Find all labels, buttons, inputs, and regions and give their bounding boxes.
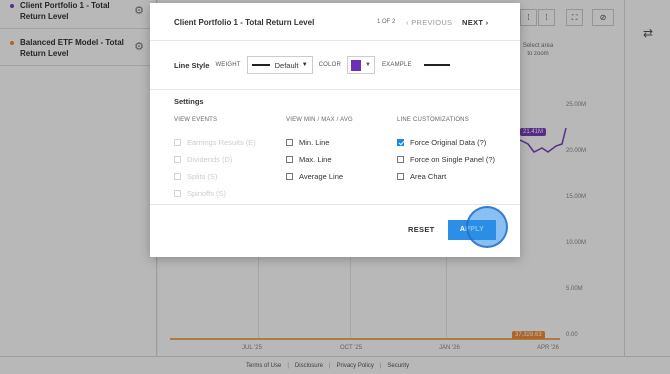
checkbox-label: Spinoffs (S) <box>187 189 227 198</box>
color-caption: COLOR <box>318 62 341 68</box>
checkbox-label: Max. Line <box>299 155 332 164</box>
chevron-down-icon: ▼ <box>365 62 371 68</box>
reset-button[interactable]: RESET <box>408 225 435 234</box>
settings-title: Settings <box>174 97 204 106</box>
checkbox-box <box>397 139 404 146</box>
checkbox-box <box>286 156 293 163</box>
checkbox-box <box>174 139 181 146</box>
checkbox-box <box>397 156 404 163</box>
checkbox-dividends[interactable]: Dividends (D) <box>174 155 232 164</box>
checkbox-label: Average Line <box>299 172 344 181</box>
line-weight-preview <box>251 64 270 66</box>
checkbox-min-line[interactable]: Min. Line <box>286 138 329 147</box>
divider <box>150 204 520 205</box>
next-label: NEXT <box>462 18 484 27</box>
checkbox-box <box>286 139 293 146</box>
chevron-down-icon: ▼ <box>301 62 308 68</box>
view-events-header: VIEW EVENTS <box>174 117 218 123</box>
checkbox-label: Earnings Results (E) <box>187 138 256 147</box>
checkbox-force-single-panel[interactable]: Force on Single Panel (?) <box>397 155 495 164</box>
checkbox-label: Force on Single Panel (?) <box>410 155 496 164</box>
checkbox-max-line[interactable]: Max. Line <box>286 155 332 164</box>
previous-label: PREVIOUS <box>411 18 453 27</box>
page-indicator: 1 OF 2 <box>377 19 396 25</box>
modal-title: Client Portfolio 1 - Total Return Level <box>174 18 315 27</box>
checkbox-box <box>174 190 181 197</box>
color-picker[interactable]: ▼ <box>346 56 375 74</box>
checkbox-label: Splits (S) <box>187 172 218 181</box>
checkbox-box <box>174 156 181 163</box>
checkbox-label: Min. Line <box>299 138 330 147</box>
view-minmax-header: VIEW MIN / MAX / AVG <box>286 117 353 123</box>
line-style-row: Line Style WEIGHT Default ▼ COLOR ▼ EXAM… <box>174 55 450 75</box>
line-style-title: Line Style <box>174 60 210 70</box>
modal-header: Client Portfolio 1 - Total Return Level … <box>150 3 520 41</box>
checkbox-average-line[interactable]: Average Line <box>286 172 343 181</box>
line-customizations-header: LINE CUSTOMIZATIONS <box>397 117 469 123</box>
checkbox-label: Area Chart <box>410 172 447 181</box>
color-swatch <box>350 59 362 71</box>
checkbox-area-chart[interactable]: Area Chart <box>397 172 446 181</box>
divider <box>150 89 520 90</box>
click-indicator <box>466 206 508 248</box>
checkbox-label: Force Original Data (?) <box>410 138 487 147</box>
checkbox-box <box>397 173 404 180</box>
checkbox-earnings[interactable]: Earnings Results (E) <box>174 138 256 147</box>
checkbox-force-original-data[interactable]: Force Original Data (?) <box>397 138 486 147</box>
weight-value: Default <box>274 60 299 70</box>
previous-button[interactable]: ‹ PREVIOUS <box>406 18 452 27</box>
checkbox-label: Dividends (D) <box>187 155 233 164</box>
example-caption: EXAMPLE <box>381 62 412 68</box>
weight-select[interactable]: Default ▼ <box>246 56 313 74</box>
checkbox-spinoffs[interactable]: Spinoffs (S) <box>174 189 226 198</box>
weight-caption: WEIGHT <box>215 62 241 68</box>
checkbox-splits[interactable]: Splits (S) <box>174 172 217 181</box>
checkbox-box <box>286 173 293 180</box>
line-example-preview <box>423 64 450 66</box>
line-settings-modal: Client Portfolio 1 - Total Return Level … <box>150 3 520 257</box>
next-button[interactable]: NEXT › <box>462 18 488 27</box>
checkbox-box <box>174 173 181 180</box>
